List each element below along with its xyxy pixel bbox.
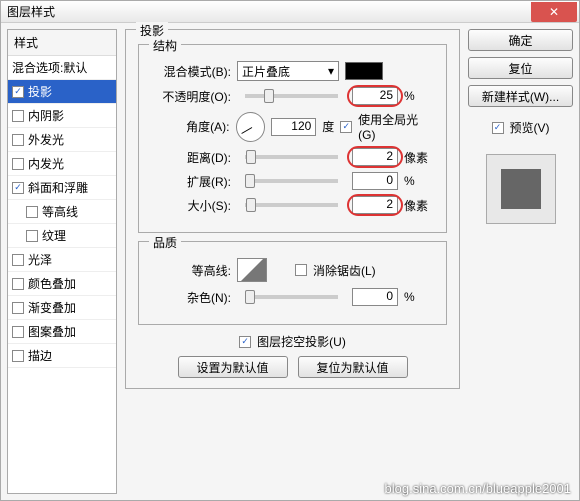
spread-slider[interactable] — [245, 179, 338, 183]
sidebar-item-1[interactable]: 内阴影 — [8, 104, 116, 128]
sidebar-item-label: 投影 — [28, 83, 52, 100]
sidebar-item-6[interactable]: 纹理 — [8, 224, 116, 248]
new-style-button[interactable]: 新建样式(W)... — [468, 85, 573, 107]
blend-options-label: 混合选项:默认 — [12, 59, 87, 76]
sidebar-checkbox[interactable] — [12, 110, 24, 122]
noise-label: 杂色(N): — [151, 289, 231, 306]
distance-input[interactable]: 2 — [352, 148, 398, 166]
noise-input[interactable]: 0 — [352, 288, 398, 306]
sidebar-item-label: 等高线 — [42, 203, 78, 220]
sidebar-item-label: 内阴影 — [28, 107, 64, 124]
opacity-label: 不透明度(O): — [151, 88, 231, 105]
contour-label: 等高线: — [151, 262, 231, 279]
chevron-down-icon: ▾ — [328, 64, 334, 78]
watermark: blog.sina.com.cn/blueapple2001 — [385, 481, 571, 496]
sidebar-item-label: 颜色叠加 — [28, 275, 76, 292]
sidebar-item-5[interactable]: 等高线 — [8, 200, 116, 224]
opacity-unit: % — [404, 89, 434, 103]
sidebar-item-9[interactable]: 渐变叠加 — [8, 296, 116, 320]
opacity-slider[interactable] — [245, 94, 338, 98]
sidebar-item-label: 光泽 — [28, 251, 52, 268]
sidebar-item-11[interactable]: 描边 — [8, 344, 116, 368]
angle-unit: 度 — [322, 118, 334, 135]
sidebar-checkbox[interactable] — [12, 158, 24, 170]
preview-checkbox[interactable] — [492, 122, 504, 134]
knockout-label: 图层挖空投影(U) — [257, 333, 346, 350]
preview-label: 预览(V) — [510, 119, 550, 136]
set-default-button[interactable]: 设置为默认值 — [178, 356, 288, 378]
size-unit: 像素 — [404, 197, 434, 214]
sidebar-checkbox[interactable] — [12, 86, 24, 98]
sidebar-item-label: 渐变叠加 — [28, 299, 76, 316]
sidebar-checkbox[interactable] — [12, 350, 24, 362]
size-input[interactable]: 2 — [352, 196, 398, 214]
angle-input[interactable]: 120 — [271, 118, 316, 136]
sidebar-item-8[interactable]: 颜色叠加 — [8, 272, 116, 296]
size-slider[interactable] — [245, 203, 338, 207]
sidebar-item-label: 斜面和浮雕 — [28, 179, 88, 196]
sidebar-item-7[interactable]: 光泽 — [8, 248, 116, 272]
quality-legend: 品质 — [149, 234, 181, 251]
noise-unit: % — [404, 290, 434, 304]
sidebar-checkbox[interactable] — [26, 230, 38, 242]
preview-box — [486, 154, 556, 224]
distance-label: 距离(D): — [151, 149, 231, 166]
titlebar: 图层样式 ✕ — [1, 1, 579, 23]
blend-mode-select[interactable]: 正片叠底 ▾ — [237, 61, 339, 81]
knockout-checkbox[interactable] — [239, 336, 251, 348]
spread-input[interactable]: 0 — [352, 172, 398, 190]
global-light-label: 使用全局光(G) — [358, 111, 434, 142]
spread-label: 扩展(R): — [151, 173, 231, 190]
spread-unit: % — [404, 174, 434, 188]
structure-legend: 结构 — [149, 37, 181, 54]
sidebar-item-label: 图案叠加 — [28, 323, 76, 340]
ok-button[interactable]: 确定 — [468, 29, 573, 51]
noise-slider[interactable] — [245, 295, 338, 299]
sidebar-checkbox[interactable] — [26, 206, 38, 218]
global-light-checkbox[interactable] — [340, 121, 352, 133]
opacity-input[interactable]: 25 — [352, 87, 398, 105]
distance-slider[interactable] — [245, 155, 338, 159]
sidebar-checkbox[interactable] — [12, 302, 24, 314]
anti-alias-label: 消除锯齿(L) — [313, 262, 376, 279]
close-button[interactable]: ✕ — [531, 2, 577, 22]
sidebar-checkbox[interactable] — [12, 278, 24, 290]
blend-mode-label: 混合模式(B): — [151, 63, 231, 80]
sidebar-item-label: 纹理 — [42, 227, 66, 244]
window-title: 图层样式 — [7, 3, 55, 20]
sidebar-blend-options[interactable]: 混合选项:默认 — [8, 56, 116, 80]
sidebar-checkbox[interactable] — [12, 326, 24, 338]
cancel-button[interactable]: 复位 — [468, 57, 573, 79]
sidebar-item-2[interactable]: 外发光 — [8, 128, 116, 152]
sidebar-item-3[interactable]: 内发光 — [8, 152, 116, 176]
sidebar-item-10[interactable]: 图案叠加 — [8, 320, 116, 344]
anti-alias-checkbox[interactable] — [295, 264, 307, 276]
angle-label: 角度(A): — [151, 118, 230, 135]
sidebar-checkbox[interactable] — [12, 254, 24, 266]
sidebar-checkbox[interactable] — [12, 134, 24, 146]
distance-unit: 像素 — [404, 149, 434, 166]
shadow-color-swatch[interactable] — [345, 62, 383, 80]
sidebar-item-label: 外发光 — [28, 131, 64, 148]
reset-default-button[interactable]: 复位为默认值 — [298, 356, 408, 378]
angle-dial[interactable] — [236, 112, 265, 142]
preview-swatch — [501, 169, 541, 209]
sidebar-item-0[interactable]: 投影 — [8, 80, 116, 104]
styles-sidebar: 样式 混合选项:默认 投影内阴影外发光内发光斜面和浮雕等高线纹理光泽颜色叠加渐变… — [7, 29, 117, 494]
sidebar-item-label: 描边 — [28, 347, 52, 364]
sidebar-header: 样式 — [8, 30, 116, 56]
sidebar-item-4[interactable]: 斜面和浮雕 — [8, 176, 116, 200]
sidebar-item-label: 内发光 — [28, 155, 64, 172]
size-label: 大小(S): — [151, 197, 231, 214]
sidebar-checkbox[interactable] — [12, 182, 24, 194]
contour-picker[interactable] — [237, 258, 267, 282]
